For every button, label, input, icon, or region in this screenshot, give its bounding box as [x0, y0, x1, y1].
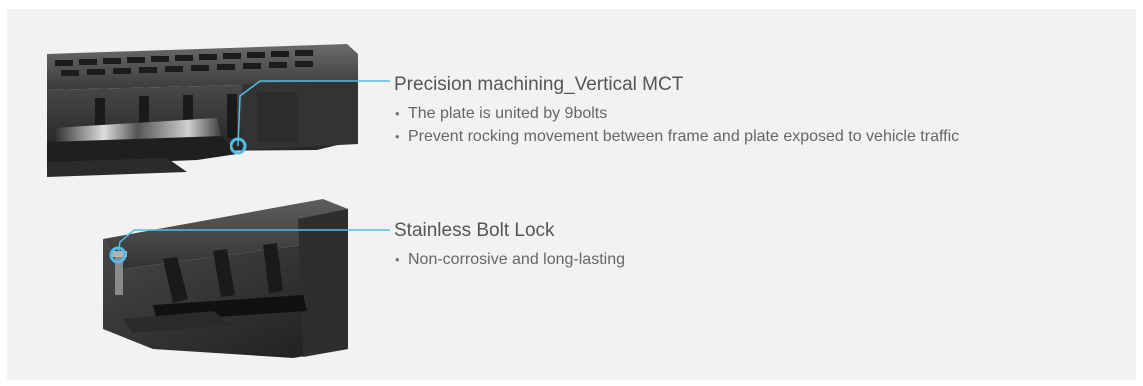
grating-section-image	[47, 32, 358, 177]
feature-precision-machining: Precision machining_Vertical MCT The pla…	[394, 72, 1114, 149]
bolt-lock-icon	[103, 199, 348, 358]
bolt-lock-image	[93, 199, 348, 358]
feature-bullet-list: Non-corrosive and long-lasting	[394, 249, 1114, 270]
feature-bullet: The plate is united by 9bolts	[394, 103, 1114, 124]
feature-bullet-list: The plate is united by 9bolts Prevent ro…	[394, 103, 1114, 147]
feature-bullet: Prevent rocking movement between frame a…	[394, 126, 1114, 147]
feature-title: Stainless Bolt Lock	[394, 220, 555, 241]
feature-bullet: Non-corrosive and long-lasting	[394, 249, 1114, 270]
drainage-grating-icon	[47, 44, 358, 177]
feature-bolt-lock: Stainless Bolt Lock Non-corrosive and lo…	[394, 218, 1114, 272]
feature-title: Precision machining_Vertical MCT	[394, 74, 684, 95]
